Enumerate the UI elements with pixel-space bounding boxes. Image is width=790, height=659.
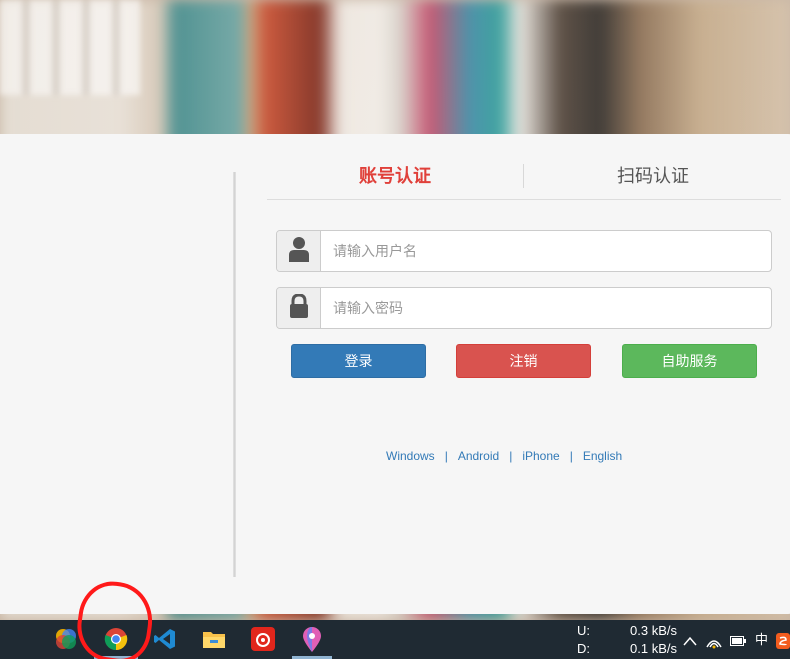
tab-qr-auth[interactable]: 扫码认证 xyxy=(525,158,781,194)
netease-music-icon[interactable] xyxy=(250,626,276,652)
link-separator: | xyxy=(569,449,573,463)
link-iphone[interactable]: iPhone xyxy=(522,449,559,463)
battery-icon[interactable] xyxy=(730,620,746,659)
user-icon xyxy=(288,236,309,267)
username-input[interactable] xyxy=(333,231,753,271)
password-field xyxy=(276,287,772,329)
username-addon xyxy=(277,231,321,271)
download-label: D: xyxy=(577,641,590,656)
password-input[interactable] xyxy=(333,288,753,328)
link-windows[interactable]: Windows xyxy=(386,449,435,463)
chevron-up-icon[interactable] xyxy=(683,620,697,659)
password-addon xyxy=(277,288,321,328)
wifi-icon[interactable] xyxy=(705,620,723,659)
auth-tabs: 账号认证 扫码认证 xyxy=(267,158,781,200)
lock-icon xyxy=(289,292,309,323)
download-speed: 0.1 kB/s xyxy=(630,641,677,656)
vscode-icon[interactable] xyxy=(152,626,178,652)
upload-label: U: xyxy=(577,623,590,638)
sogou-ime-icon[interactable] xyxy=(776,620,790,659)
link-separator: | xyxy=(509,449,513,463)
vertical-divider xyxy=(233,172,236,577)
left-pane xyxy=(0,134,234,614)
self-service-button[interactable]: 自助服务 xyxy=(622,344,757,378)
username-field xyxy=(276,230,772,272)
client-links: Windows | Android | iPhone | English xyxy=(386,449,622,467)
photos-icon[interactable] xyxy=(53,626,79,652)
link-separator: | xyxy=(444,449,448,463)
tab-separator xyxy=(523,164,524,188)
upload-speed: 0.3 kB/s xyxy=(630,623,677,638)
network-speed: U: 0.3 kB/s D: 0.1 kB/s xyxy=(577,622,677,658)
link-android[interactable]: Android xyxy=(458,449,499,463)
login-button[interactable]: 登录 xyxy=(291,344,426,378)
ime-indicator[interactable]: 中 xyxy=(755,620,768,659)
chrome-icon[interactable] xyxy=(103,626,129,652)
maps-icon[interactable] xyxy=(299,626,325,652)
logout-button[interactable]: 注销 xyxy=(456,344,591,378)
file-explorer-icon[interactable] xyxy=(201,626,227,652)
link-english[interactable]: English xyxy=(583,449,622,463)
tab-account-auth[interactable]: 账号认证 xyxy=(267,158,523,194)
